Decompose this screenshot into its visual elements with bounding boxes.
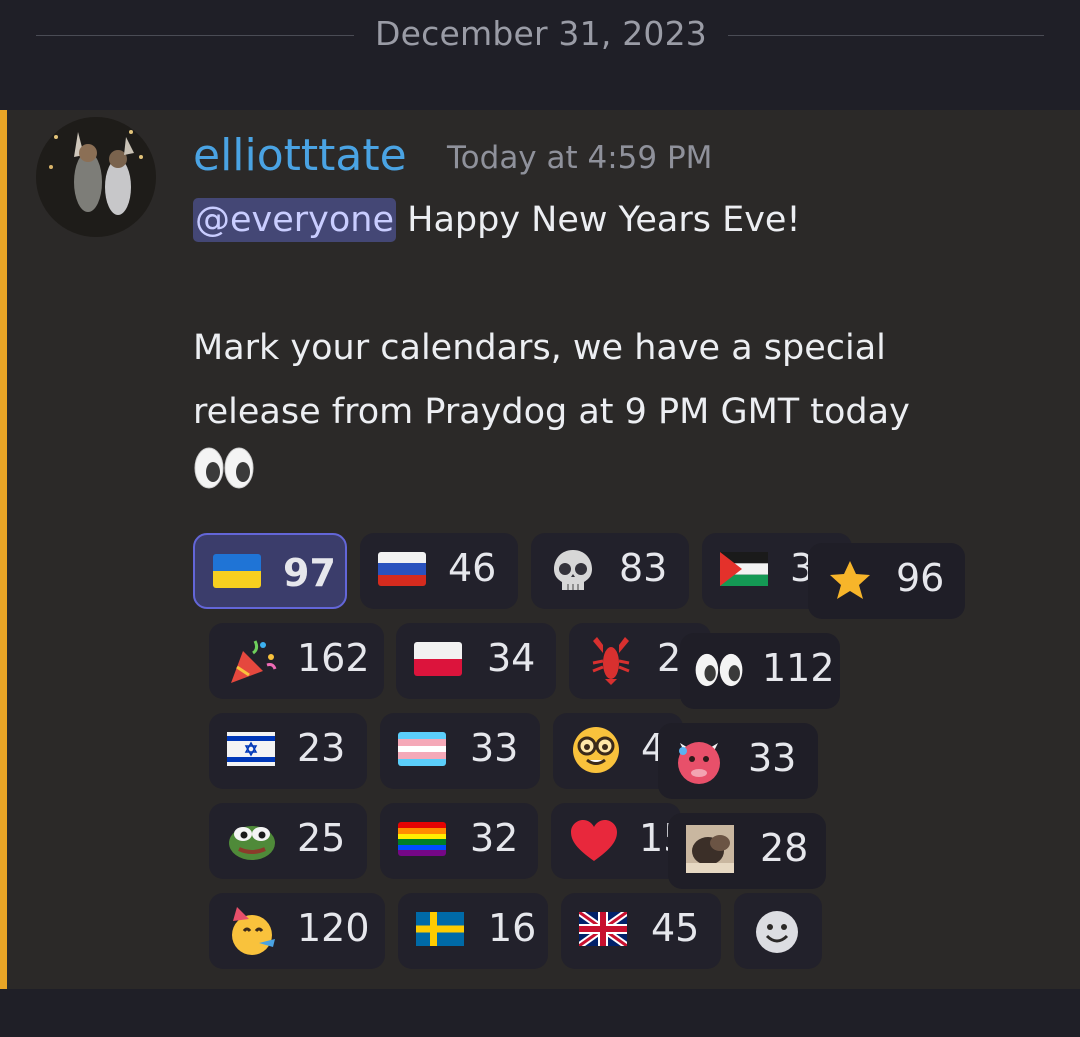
avatar[interactable] bbox=[36, 117, 156, 237]
ukraine-flag-icon bbox=[213, 554, 261, 588]
reaction-count: 33 bbox=[748, 736, 797, 780]
reaction-count: 112 bbox=[762, 646, 835, 690]
reaction-eyes[interactable]: 112 bbox=[680, 633, 840, 709]
eyes-icon bbox=[694, 649, 744, 695]
reaction-count: 120 bbox=[297, 906, 370, 950]
israel-flag-icon bbox=[227, 732, 275, 770]
message: elliotttate Today at 4:59 PM @everyone H… bbox=[0, 110, 1080, 989]
message-line-3: release from Praydog at 9 PM GMT today bbox=[193, 392, 910, 432]
reaction-party-popper[interactable]: 162 bbox=[209, 623, 384, 699]
reaction-uk-flag[interactable]: 45 bbox=[561, 893, 721, 969]
reaction-poland-flag[interactable]: 34 bbox=[396, 623, 556, 699]
bottom-band bbox=[0, 989, 1080, 1037]
skull-icon bbox=[549, 547, 597, 599]
reaction-custom-cat[interactable]: 28 bbox=[668, 813, 826, 889]
partying-face-icon bbox=[227, 905, 281, 961]
date-divider: December 31, 2023 bbox=[0, 0, 1080, 110]
author-username[interactable]: elliotttate bbox=[193, 130, 407, 181]
everyone-mention[interactable]: @everyone bbox=[193, 198, 397, 242]
reaction-count: 2 bbox=[657, 636, 682, 680]
message-timestamp: Today at 4:59 PM bbox=[447, 140, 713, 176]
message-line-2: Mark your calendars, we have a special bbox=[193, 328, 886, 368]
reaction-star[interactable]: 96 bbox=[808, 543, 965, 619]
reaction-count: 96 bbox=[896, 556, 945, 600]
reaction-count: 34 bbox=[487, 636, 536, 680]
mention-highlight-bar bbox=[0, 110, 7, 989]
rainbow-flag-icon bbox=[398, 822, 446, 856]
reaction-pepe[interactable]: 25 bbox=[209, 803, 367, 879]
reaction-russia-flag[interactable]: 46 bbox=[360, 533, 518, 609]
reaction-count: 33 bbox=[470, 726, 519, 770]
reaction-skull[interactable]: 83 bbox=[531, 533, 689, 609]
star-icon bbox=[828, 559, 872, 607]
divider-line-right bbox=[728, 35, 1044, 36]
reaction-ukraine-flag[interactable]: 97 bbox=[193, 533, 347, 609]
lobster-icon bbox=[587, 635, 635, 691]
reaction-count: 32 bbox=[470, 816, 519, 860]
add-reaction-smiley-icon bbox=[754, 909, 800, 959]
reaction-rainbow-flag[interactable]: 32 bbox=[380, 803, 538, 879]
reaction-count: 23 bbox=[297, 726, 346, 770]
cat-photo-icon bbox=[686, 825, 734, 877]
reaction-partying-face[interactable]: 120 bbox=[209, 893, 385, 969]
sweden-flag-icon bbox=[416, 912, 464, 950]
uk-flag-icon bbox=[576, 909, 630, 950]
red-heart-icon bbox=[569, 819, 619, 867]
reaction-devil-face[interactable]: 33 bbox=[658, 723, 818, 799]
transgender-flag-icon bbox=[398, 732, 446, 766]
divider-date: December 31, 2023 bbox=[375, 14, 707, 53]
divider-line-left bbox=[36, 35, 354, 36]
eyes-emoji-icon bbox=[193, 444, 255, 513]
pepe-icon bbox=[227, 819, 277, 865]
russia-flag-icon bbox=[378, 552, 426, 586]
reaction-count: 162 bbox=[297, 636, 370, 680]
reaction-count: 97 bbox=[283, 551, 336, 595]
message-content: @everyone Happy New Years Eve! Mark your… bbox=[193, 188, 1033, 513]
devil-face-icon bbox=[672, 733, 726, 791]
palestine-flag-icon bbox=[720, 552, 768, 590]
reaction-israel-flag[interactable]: 23 bbox=[209, 713, 367, 789]
reaction-count: 28 bbox=[760, 826, 809, 870]
reaction-red-heart[interactable]: 15 bbox=[551, 803, 687, 879]
reaction-count: 16 bbox=[488, 906, 537, 950]
reaction-transgender-flag[interactable]: 33 bbox=[380, 713, 540, 789]
reaction-count: 46 bbox=[448, 546, 497, 590]
message-line-1: Happy New Years Eve! bbox=[396, 200, 801, 240]
reaction-sweden-flag[interactable]: 16 bbox=[398, 893, 548, 969]
reaction-count: 83 bbox=[619, 546, 668, 590]
poland-flag-icon bbox=[414, 642, 462, 676]
reaction-count: 45 bbox=[651, 906, 700, 950]
reaction-count: 25 bbox=[297, 816, 346, 860]
nerd-face-icon bbox=[571, 725, 621, 779]
party-popper-icon bbox=[227, 635, 279, 691]
add-reaction-button[interactable] bbox=[734, 893, 822, 969]
